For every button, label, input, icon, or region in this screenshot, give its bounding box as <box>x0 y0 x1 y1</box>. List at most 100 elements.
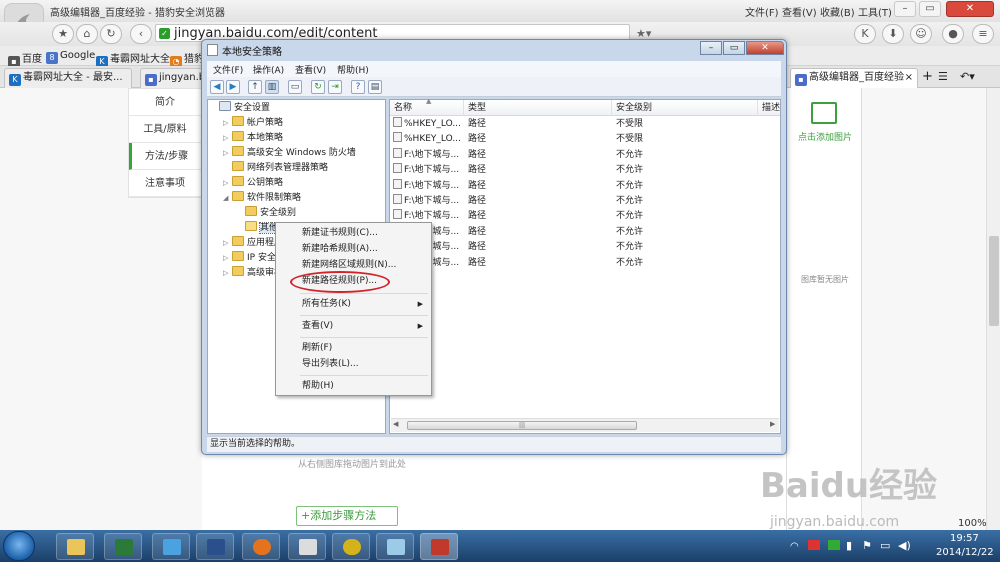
tree-node[interactable]: ▷ 公钥策略 <box>208 176 385 191</box>
mmc-close-icon[interactable]: ✕ <box>746 41 784 55</box>
col-type[interactable]: 类型 <box>464 100 612 116</box>
table-row[interactable]: F:\地下城与...路径不允许 <box>390 178 780 194</box>
show-tree-icon[interactable]: ▥ <box>265 80 279 94</box>
ext-k-icon[interactable]: K <box>854 24 876 44</box>
scroll-left-icon[interactable]: ◀ <box>393 420 398 428</box>
menu-new-certificate-rule[interactable]: 新建证书规则(C)... <box>278 225 429 242</box>
power-icon[interactable]: ▭ <box>880 539 890 552</box>
nav-notes[interactable]: 注意事项 <box>129 170 201 197</box>
expand-arrow-icon[interactable]: ▷ <box>223 116 232 131</box>
menu-new-hash-rule[interactable]: 新建哈希规则(A)... <box>278 241 429 258</box>
taskbar-film-icon[interactable] <box>196 533 234 560</box>
tree-node[interactable]: ▷ 本地策略 <box>208 131 385 146</box>
browser-restore-icon[interactable]: ▭ <box>919 1 941 17</box>
ext-chat-icon[interactable]: ● <box>942 24 964 44</box>
add-step-button[interactable]: +添加步骤方法 <box>296 506 398 526</box>
tree-node[interactable]: 网络列表管理器策略 <box>208 161 385 176</box>
undo-close-icon[interactable]: ↶▾ <box>960 70 975 83</box>
up-folder-icon[interactable]: ↑ <box>248 80 262 94</box>
volume-icon[interactable]: ◀) <box>898 539 911 552</box>
export-icon[interactable]: ⇥ <box>328 80 342 94</box>
menu-help[interactable]: 帮助(H) <box>278 378 429 395</box>
delete-icon[interactable]: ▭ <box>288 80 302 94</box>
taskbar-app-icon[interactable] <box>376 533 414 560</box>
scrollbar-thumb[interactable] <box>989 236 999 326</box>
expand-arrow-icon[interactable]: ▷ <box>223 176 232 191</box>
signal-icon[interactable]: ▮ <box>846 539 852 552</box>
page-scrollbar[interactable] <box>986 88 1000 530</box>
expand-arrow-icon[interactable]: ◢ <box>223 191 232 206</box>
mmc-menu-file[interactable]: 文件(F) <box>213 63 243 76</box>
forward-arrow-icon[interactable]: ▶ <box>226 80 240 94</box>
tab-jingyan[interactable]: ▪jingyan.ba <box>140 68 204 88</box>
table-row[interactable]: %HKEY_LO... 路径 不受限 <box>390 132 780 147</box>
mmc-titlebar[interactable]: 本地安全策略 – ▭ ✕ <box>202 40 786 60</box>
table-row[interactable]: F:\地下城与...路径不允许 <box>390 209 780 224</box>
menu-view[interactable]: 查看(V) ▶ <box>278 318 429 335</box>
download-icon[interactable]: ⬇ <box>882 24 904 44</box>
table-row[interactable]: F:\地下城与...路径不允许 <box>390 194 780 209</box>
tab-advanced-editor[interactable]: ▪ 高级编辑器_百度经验 × <box>790 68 918 88</box>
expand-arrow-icon[interactable]: ▷ <box>223 131 232 146</box>
start-button-icon[interactable] <box>3 531 35 561</box>
browser-minimize-icon[interactable]: – <box>894 1 916 17</box>
tree-node[interactable]: ◢ 软件限制策略 <box>208 191 385 206</box>
tab-duba[interactable]: K 毒霸网址大全 - 最安... <box>4 68 132 88</box>
table-row[interactable]: F:\地下城与...路径不允许 <box>390 240 780 255</box>
browser-close-icon[interactable]: ✕ <box>946 1 994 17</box>
menu-export-list[interactable]: 导出列表(L)... <box>278 356 429 373</box>
add-image-link[interactable]: 点击添加图片 <box>787 130 863 143</box>
mmc-menu-view[interactable]: 查看(V) <box>295 63 326 76</box>
back-arrow-icon[interactable]: ◀ <box>210 80 224 94</box>
taskbar-security-policy-icon[interactable] <box>420 533 458 560</box>
table-row[interactable]: %HKEY_LO... 路径 不受限 <box>390 117 780 132</box>
bookmark-google[interactable]: 8 Google <box>46 50 95 64</box>
browser-menu-view[interactable]: 查看(V) <box>782 4 817 19</box>
taskbar-bird-icon[interactable] <box>152 533 190 560</box>
nav-tools[interactable]: 工具/原料 <box>129 116 201 143</box>
table-row[interactable]: F:\地下城与...路径不允许 <box>390 163 780 178</box>
tab-close-icon[interactable]: × <box>905 69 913 87</box>
refresh-icon[interactable]: ↻ <box>311 80 325 94</box>
menu-refresh[interactable]: 刷新(F) <box>278 340 429 357</box>
col-security-level[interactable]: 安全级别 <box>612 100 758 116</box>
tray-nvidia-icon[interactable] <box>828 540 840 550</box>
tree-node[interactable]: ▷ 高级安全 Windows 防火墙 <box>208 146 385 161</box>
nav-intro[interactable]: 简介 <box>129 89 201 116</box>
menu-icon[interactable]: ≡ <box>972 24 994 44</box>
properties-icon[interactable]: ▤ <box>368 80 382 94</box>
tray-app-icon[interactable] <box>808 540 820 550</box>
taskbar-game-icon[interactable] <box>332 533 370 560</box>
refresh-icon[interactable]: ↻ <box>100 24 122 44</box>
mmc-minimize-icon[interactable]: – <box>700 41 722 55</box>
network-icon[interactable]: ◠ <box>790 541 799 552</box>
new-tab-icon[interactable]: + <box>922 69 933 84</box>
nav-steps[interactable]: 方法/步骤 <box>129 143 201 170</box>
menu-all-tasks[interactable]: 所有任务(K) ▶ <box>278 296 429 313</box>
taskbar-explorer-icon[interactable] <box>56 533 94 560</box>
browser-menu-tools[interactable]: 工具(T) <box>858 4 892 19</box>
expand-arrow-icon[interactable]: ▷ <box>223 251 232 266</box>
tree-node[interactable]: ▷ 帐户策略 <box>208 116 385 131</box>
col-description[interactable]: 描述 <box>758 100 780 116</box>
expand-arrow-icon[interactable]: ▷ <box>223 146 232 161</box>
back-icon[interactable]: ‹ <box>130 24 152 44</box>
ext-face-icon[interactable]: ☺ <box>910 24 932 44</box>
table-row[interactable]: F:\地下城与...路径不允许 <box>390 147 780 163</box>
tab-list-icon[interactable]: ☰ <box>938 70 948 83</box>
expand-arrow-icon[interactable]: ▷ <box>223 236 232 251</box>
clock-time[interactable]: 19:57 <box>950 533 979 544</box>
list-hscrollbar[interactable]: ◀ ||| ▶ <box>391 418 779 432</box>
browser-menu-file[interactable]: 文件(F) <box>745 4 779 19</box>
tree-node[interactable]: 安全设置 <box>208 101 385 116</box>
home-icon[interactable]: ⌂ <box>76 24 98 44</box>
mmc-maximize-icon[interactable]: ▭ <box>723 41 745 55</box>
flag-icon[interactable]: ⚑ <box>862 539 872 552</box>
mmc-menu-action[interactable]: 操作(A) <box>253 63 284 76</box>
taskbar-monitor-icon[interactable] <box>104 533 142 560</box>
table-row[interactable]: F:\地下城与...路径不允许 <box>390 255 780 271</box>
mmc-menu-help[interactable]: 帮助(H) <box>337 63 369 76</box>
add-image-icon[interactable] <box>811 102 837 124</box>
browser-menu-favorites[interactable]: 收藏(B) <box>820 4 855 19</box>
clock-date[interactable]: 2014/12/22 <box>936 547 994 558</box>
